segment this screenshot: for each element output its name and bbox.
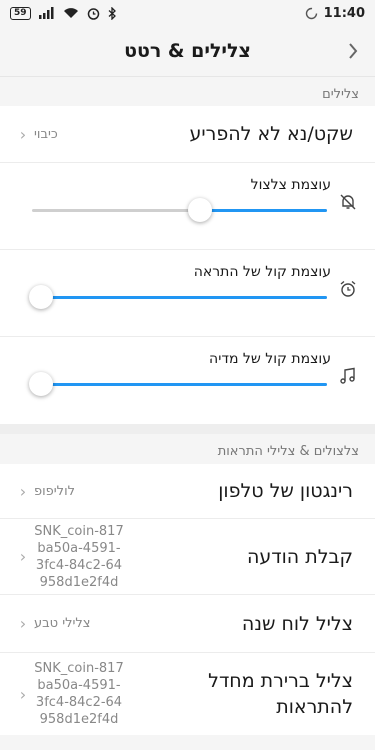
notification-volume-thumb[interactable] — [28, 285, 53, 309]
ringtone-value: לוליפופ — [34, 483, 76, 499]
notification-volume-row: עוצמת קול של התראה — [0, 250, 375, 337]
media-volume-slider[interactable] — [28, 372, 327, 396]
notification-volume-label: עוצמת קול של התראה — [193, 264, 331, 280]
ringtone-row[interactable]: רינגטון של טלפון לוליפופ ‹ — [0, 464, 375, 519]
default-notification-tone-value: SNK_coin-817ba50a-4591-3fc4-84c2-64958d1… — [34, 661, 124, 727]
alarm-clock-icon — [339, 280, 357, 298]
ringtone-label: רינגטון של טלפון — [218, 480, 353, 502]
screen: 59 11:40 צלילים & רטט צלילים שקט/נא לא ל… — [0, 0, 375, 750]
default-notification-tone-label: צליל ברירת מחדל להתראות — [208, 670, 353, 718]
chevron-left-icon: ‹ — [19, 684, 27, 704]
media-volume-thumb[interactable] — [28, 372, 53, 396]
ringer-volume-label: עוצמת צלצול — [250, 177, 331, 193]
music-note-icon — [339, 367, 357, 385]
dnd-row[interactable]: שקט/נא לא להפריע כיבוי ‹ — [0, 106, 375, 163]
status-left: 59 — [10, 6, 117, 20]
tones-card: רינגטון של טלפון לוליפופ ‹ קבלת הודעה SN… — [0, 464, 375, 735]
notification-volume-fill — [40, 296, 327, 299]
status-bar: 59 11:40 — [0, 0, 375, 26]
default-notification-tone-value-group: SNK_coin-817ba50a-4591-3fc4-84c2-64958d1… — [18, 660, 124, 728]
message-tone-row[interactable]: קבלת הודעה SNK_coin-817ba50a-4591-3fc4-8… — [0, 519, 375, 595]
media-volume-fill — [40, 383, 327, 386]
section-label-notifications: צלצולים & צלילי התראות — [0, 434, 375, 464]
wifi-icon — [63, 7, 79, 19]
chevron-left-icon: ‹ — [19, 124, 27, 144]
status-time: 11:40 — [323, 5, 365, 21]
message-tone-value: SNK_coin-817ba50a-4591-3fc4-84c2-64958d1… — [34, 523, 124, 590]
ringtone-value-group: לוליפופ ‹ — [18, 482, 75, 501]
signal-icon — [38, 7, 55, 19]
media-volume-label: עוצמת קול של מדיה — [209, 351, 331, 367]
section-divider — [0, 424, 375, 434]
battery-badge: 59 — [10, 6, 31, 20]
ringer-volume-slider[interactable] — [32, 198, 327, 222]
ringer-volume-row: עוצמת צלצול — [0, 163, 375, 250]
bluetooth-icon — [108, 6, 117, 20]
dnd-value-group: כיבוי ‹ — [18, 125, 58, 144]
default-notification-tone-row[interactable]: צליל ברירת מחדל להתראות SNK_coin-817ba50… — [0, 653, 375, 735]
message-tone-value-group: SNK_coin-817ba50a-4591-3fc4-84c2-64958d1… — [18, 523, 124, 591]
calendar-tone-value: צלילי טבע — [34, 616, 91, 631]
calendar-tone-row[interactable]: צליל לוח שנה צלילי טבע ‹ — [0, 595, 375, 653]
sync-icon — [305, 7, 318, 20]
dnd-value: כיבוי — [34, 126, 58, 142]
sounds-card: שקט/נא לא להפריע כיבוי ‹ עוצמת צלצול עוצ… — [0, 106, 375, 424]
chevron-left-icon: ‹ — [19, 481, 27, 501]
alarm-icon — [87, 7, 100, 20]
media-volume-row: עוצמת קול של מדיה — [0, 337, 375, 424]
back-chevron-icon[interactable] — [343, 40, 363, 62]
calendar-tone-label: צליל לוח שנה — [241, 612, 353, 635]
page-title: צלילים & רטט — [124, 40, 251, 62]
dnd-label: שקט/נא לא להפריע — [189, 123, 354, 145]
notification-volume-slider[interactable] — [28, 285, 327, 309]
app-header: צלילים & רטט — [0, 26, 375, 76]
message-tone-label: קבלת הודעה — [246, 545, 353, 568]
status-right: 11:40 — [305, 6, 365, 21]
bell-off-icon — [339, 193, 357, 211]
ringer-volume-fill — [200, 209, 327, 212]
calendar-tone-value-group: צלילי טבע ‹ — [18, 614, 91, 633]
chevron-left-icon: ‹ — [19, 614, 27, 633]
chevron-left-icon: ‹ — [19, 547, 27, 566]
ringer-volume-thumb[interactable] — [188, 198, 213, 222]
section-label-sounds: צלילים — [0, 76, 375, 106]
